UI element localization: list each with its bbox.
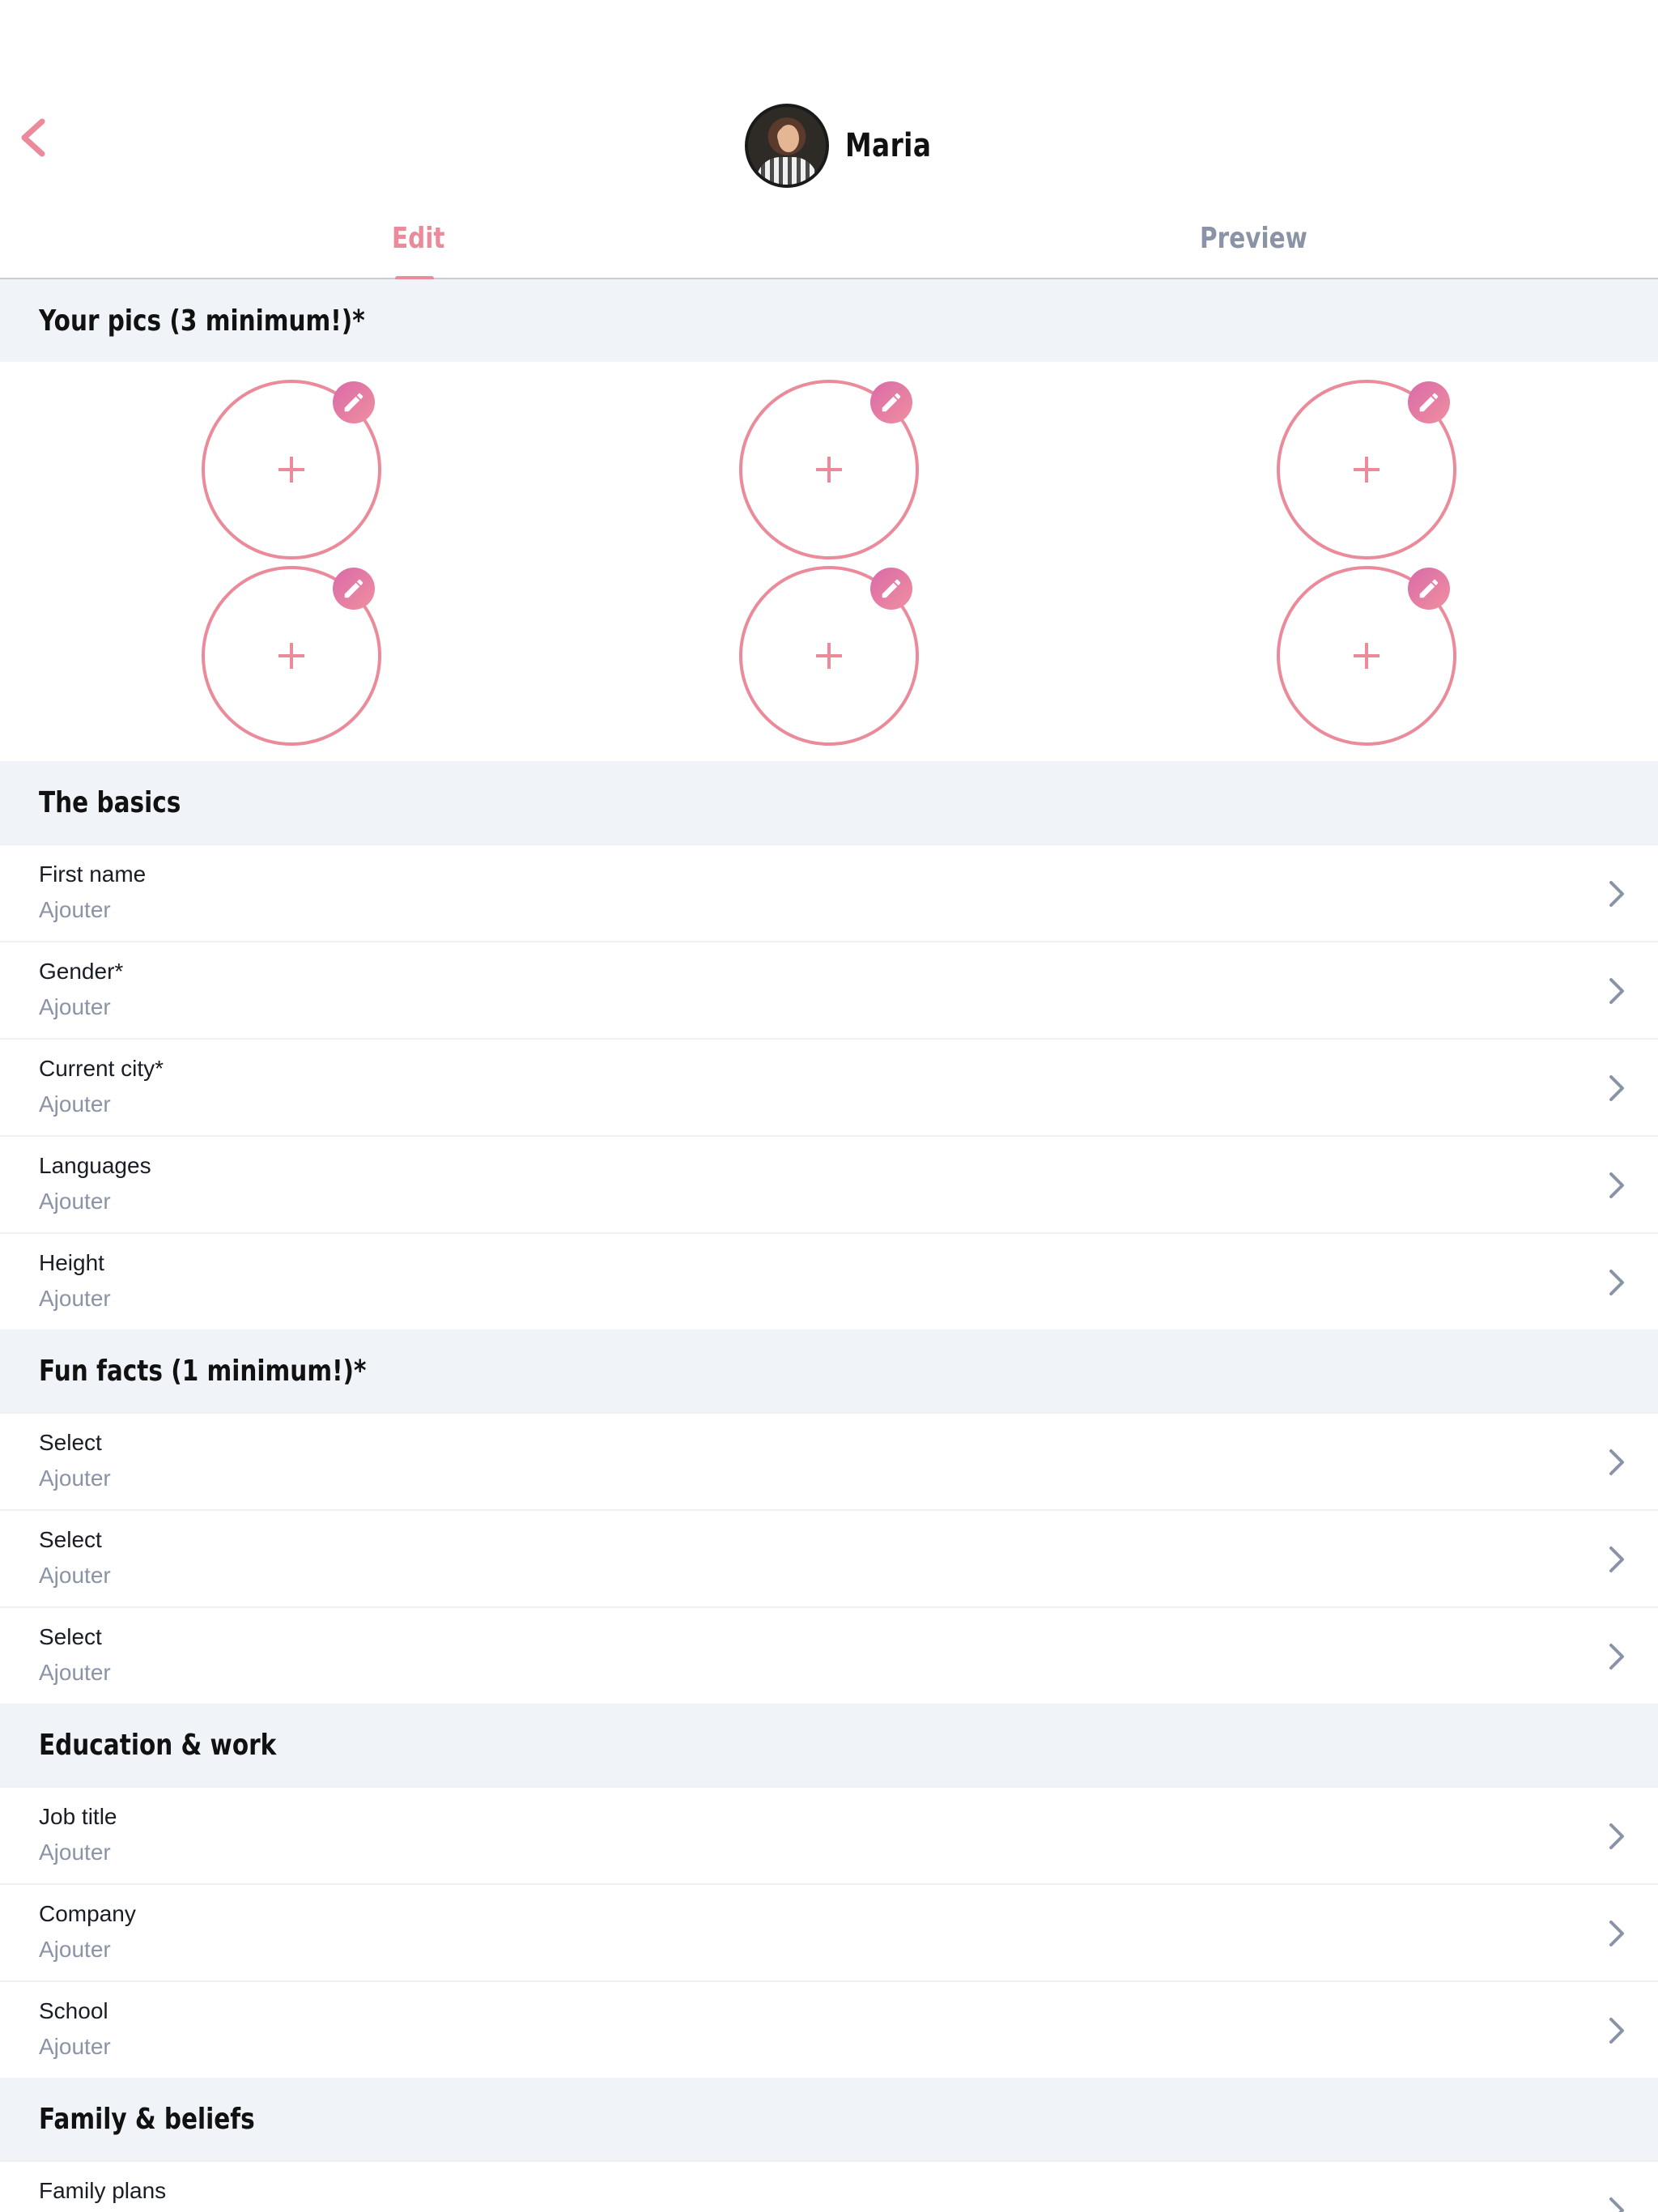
- pencil-icon: [344, 579, 363, 598]
- row-value: Ajouter: [39, 1563, 111, 1588]
- edit-photo-button[interactable]: [870, 568, 912, 610]
- chevron-right-icon: [1605, 1266, 1627, 1299]
- chevron-right-icon: [1605, 1917, 1627, 1950]
- photo-slot[interactable]: [202, 566, 381, 746]
- chevron-right-icon: [1605, 1446, 1627, 1478]
- profile-summary: Maria: [745, 104, 950, 188]
- plus-icon: [275, 640, 308, 672]
- edit-photo-button[interactable]: [333, 381, 375, 423]
- pencil-icon: [1419, 579, 1439, 598]
- photo-slot[interactable]: [739, 380, 919, 559]
- row-label: Job title: [39, 1804, 117, 1829]
- section-title: Education & work: [39, 1728, 277, 1762]
- row-value: Ajouter: [39, 1286, 111, 1311]
- chevron-left-icon: [21, 118, 45, 157]
- section-header-basics: The basics: [0, 761, 1658, 844]
- edit-photo-button[interactable]: [1408, 381, 1450, 423]
- profile-edit-screen: Maria Edit Preview Your pics (3 minimum!…: [0, 0, 1658, 2212]
- section-header-education: Education & work: [0, 1704, 1658, 1786]
- row-value: Ajouter: [39, 2034, 111, 2059]
- chevron-right-icon: [1605, 2014, 1627, 2047]
- row-label: Select: [39, 1624, 102, 1649]
- edit-photo-button[interactable]: [1408, 568, 1450, 610]
- chevron-right-icon: [1605, 1169, 1627, 1202]
- pics-grid: [0, 362, 1658, 761]
- section-title: Fun facts (1 minimum!)*: [39, 1354, 367, 1388]
- row-education[interactable]: Job title Ajouter: [0, 1786, 1658, 1883]
- row-value: Ajouter: [39, 1937, 111, 1962]
- tab-bar: Edit Preview: [0, 207, 1658, 281]
- row-label: Select: [39, 1430, 102, 1455]
- photo-slot[interactable]: [1277, 566, 1456, 746]
- section-title: Your pics (3 minimum!)*: [39, 304, 365, 338]
- row-basics[interactable]: Height Ajouter: [0, 1232, 1658, 1329]
- chevron-right-icon: [1605, 878, 1627, 910]
- row-label: Height: [39, 1250, 104, 1275]
- row-basics[interactable]: Gender* Ajouter: [0, 941, 1658, 1038]
- row-basics[interactable]: Current city* Ajouter: [0, 1038, 1658, 1135]
- row-label: School: [39, 1998, 108, 2023]
- row-fun-fact[interactable]: Select Ajouter: [0, 1509, 1658, 1606]
- row-value: Ajouter: [39, 897, 111, 922]
- pencil-icon: [882, 393, 901, 412]
- row-label: Family plans: [39, 2178, 167, 2203]
- avatar: [745, 104, 829, 188]
- back-button[interactable]: [15, 115, 50, 160]
- section-header-pics: Your pics (3 minimum!)*: [0, 279, 1658, 362]
- row-label: Company: [39, 1901, 136, 1926]
- row-label: Languages: [39, 1153, 151, 1178]
- row-value: Ajouter: [39, 1091, 111, 1117]
- row-family[interactable]: Family plansAjouter: [0, 2160, 1658, 2212]
- row-value: Ajouter: [39, 994, 111, 1019]
- section-title: Family & beliefs: [39, 2102, 255, 2136]
- plus-icon: [275, 453, 308, 486]
- photo-slot[interactable]: [739, 566, 919, 746]
- section-header-family: Family & beliefs: [0, 2078, 1658, 2160]
- chevron-right-icon: [1605, 2194, 1627, 2212]
- chevron-right-icon: [1605, 1543, 1627, 1576]
- row-value: Ajouter: [39, 1660, 111, 1685]
- row-education[interactable]: School Ajouter: [0, 1980, 1658, 2078]
- pencil-icon: [344, 393, 363, 412]
- row-label: Gender*: [39, 959, 124, 984]
- photo-slot[interactable]: [1277, 380, 1456, 559]
- row-value: Ajouter: [39, 1465, 111, 1491]
- section-title: The basics: [39, 785, 181, 819]
- pencil-icon: [882, 579, 901, 598]
- row-basics[interactable]: Languages Ajouter: [0, 1135, 1658, 1232]
- plus-icon: [813, 640, 845, 672]
- row-fun-fact[interactable]: Select Ajouter: [0, 1606, 1658, 1704]
- row-education[interactable]: Company Ajouter: [0, 1883, 1658, 1980]
- chevron-right-icon: [1605, 1072, 1627, 1104]
- photo-slot[interactable]: [202, 380, 381, 559]
- edit-photo-button[interactable]: [870, 381, 912, 423]
- plus-icon: [813, 453, 845, 486]
- row-basics[interactable]: First name Ajouter: [0, 844, 1658, 941]
- section-header-fun-facts: Fun facts (1 minimum!)*: [0, 1329, 1658, 1412]
- row-value: Ajouter: [39, 1189, 111, 1214]
- pencil-icon: [1419, 393, 1439, 412]
- header: Maria Edit Preview: [0, 0, 1658, 281]
- tab-edit[interactable]: Edit: [392, 222, 445, 255]
- row-value: Ajouter: [39, 1840, 111, 1865]
- plus-icon: [1350, 453, 1383, 486]
- row-label: First name: [39, 861, 147, 887]
- edit-photo-button[interactable]: [333, 568, 375, 610]
- chevron-right-icon: [1605, 1640, 1627, 1673]
- row-fun-fact[interactable]: Select Ajouter: [0, 1412, 1658, 1509]
- row-label: Select: [39, 1527, 102, 1552]
- profile-name: Maria: [845, 127, 932, 164]
- chevron-right-icon: [1605, 1820, 1627, 1853]
- plus-icon: [1350, 640, 1383, 672]
- chevron-right-icon: [1605, 975, 1627, 1007]
- tab-preview[interactable]: Preview: [1200, 222, 1307, 255]
- row-label: Current city*: [39, 1056, 164, 1081]
